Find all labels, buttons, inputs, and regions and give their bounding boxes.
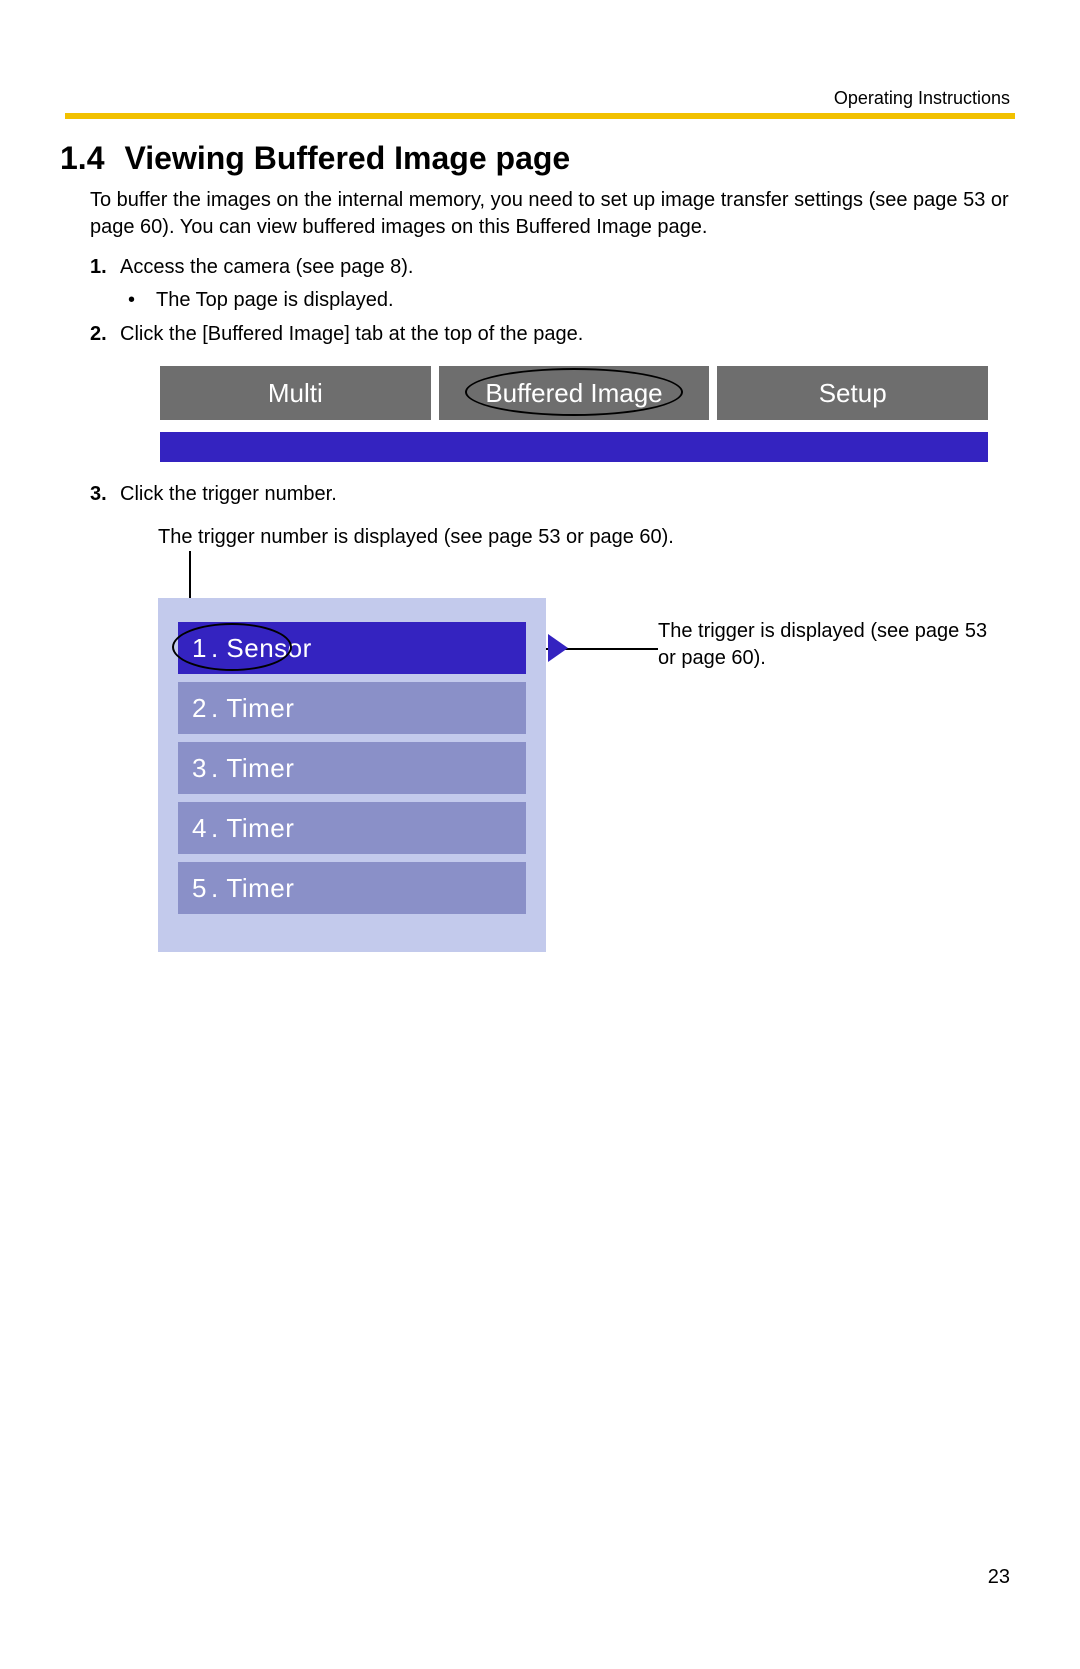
step-text: Click the [Buffered Image] tab at the to… [120,320,583,348]
step-number: 1. [90,253,120,281]
play-arrow-icon [548,634,568,662]
step-text: Click the trigger number. [120,480,337,508]
trigger-item-num: 1 [192,633,207,664]
trigger-caption-top: The trigger number is displayed (see pag… [158,526,674,549]
trigger-item-num: 4 [192,813,207,844]
dot-sep: . [211,753,226,784]
tab-buffered-image[interactable]: Buffered Image [439,366,710,420]
section-intro: To buffer the images on the internal mem… [90,187,1020,241]
section-title: Viewing Buffered Image page [124,140,570,176]
trigger-item-label: Timer [226,873,294,904]
tab-label: Buffered Image [485,378,662,409]
dot-sep: . [211,693,226,724]
step-text: Access the camera (see page 8). [120,253,413,281]
tab-setup[interactable]: Setup [717,366,988,420]
step-number: 3. [90,480,120,508]
trigger-item-4[interactable]: 4. Timer [178,802,526,854]
trigger-item-num: 5 [192,873,207,904]
header-divider [65,113,1015,119]
dot-sep: . [211,633,226,664]
dot-sep: . [211,813,226,844]
trigger-panel: 1. Sensor 2. Timer 3. Timer 4. Timer 5. … [158,598,546,952]
trigger-item-3[interactable]: 3. Timer [178,742,526,794]
trigger-item-num: 3 [192,753,207,784]
trigger-callout-right: The trigger is displayed (see page 53 or… [658,618,1008,672]
step-item: 1. Access the camera (see page 8). [90,253,1020,281]
trigger-item-label: Timer [226,693,294,724]
step-item: 3. Click the trigger number. [90,480,1020,508]
header-label: Operating Instructions [834,88,1010,109]
trigger-figure: The trigger number is displayed (see pag… [158,546,1020,1146]
tab-label: Multi [268,378,323,409]
trigger-item-label: Timer [226,753,294,784]
step-number: 2. [90,320,120,348]
trigger-item-num: 2 [192,693,207,724]
page-number: 23 [988,1566,1010,1589]
document-page: Operating Instructions 1.4Viewing Buffer… [0,0,1080,1669]
step-sub-text: The Top page is displayed. [156,289,394,312]
tab-multi[interactable]: Multi [160,366,431,420]
trigger-item-label: Sensor [226,633,311,664]
tab-label: Setup [819,378,887,409]
trigger-item-label: Timer [226,813,294,844]
tab-row: Multi Buffered Image Setup [160,366,988,420]
step-sub-item: • The Top page is displayed. [128,289,1020,312]
section-heading: 1.4 Viewing Buffered Image page [60,140,1020,177]
tabs-figure: Multi Buffered Image Setup [160,366,988,462]
steps-list: 1. Access the camera (see page 8). • The… [90,253,1020,1146]
trigger-item-1[interactable]: 1. Sensor [178,622,526,674]
step-item: 2. Click the [Buffered Image] tab at the… [90,320,1020,348]
section-number: 1.4 [60,140,104,177]
bullet-icon: • [128,289,156,312]
tab-underline-bar [160,432,988,462]
trigger-item-5[interactable]: 5. Timer [178,862,526,914]
trigger-item-2[interactable]: 2. Timer [178,682,526,734]
dot-sep: . [211,873,226,904]
